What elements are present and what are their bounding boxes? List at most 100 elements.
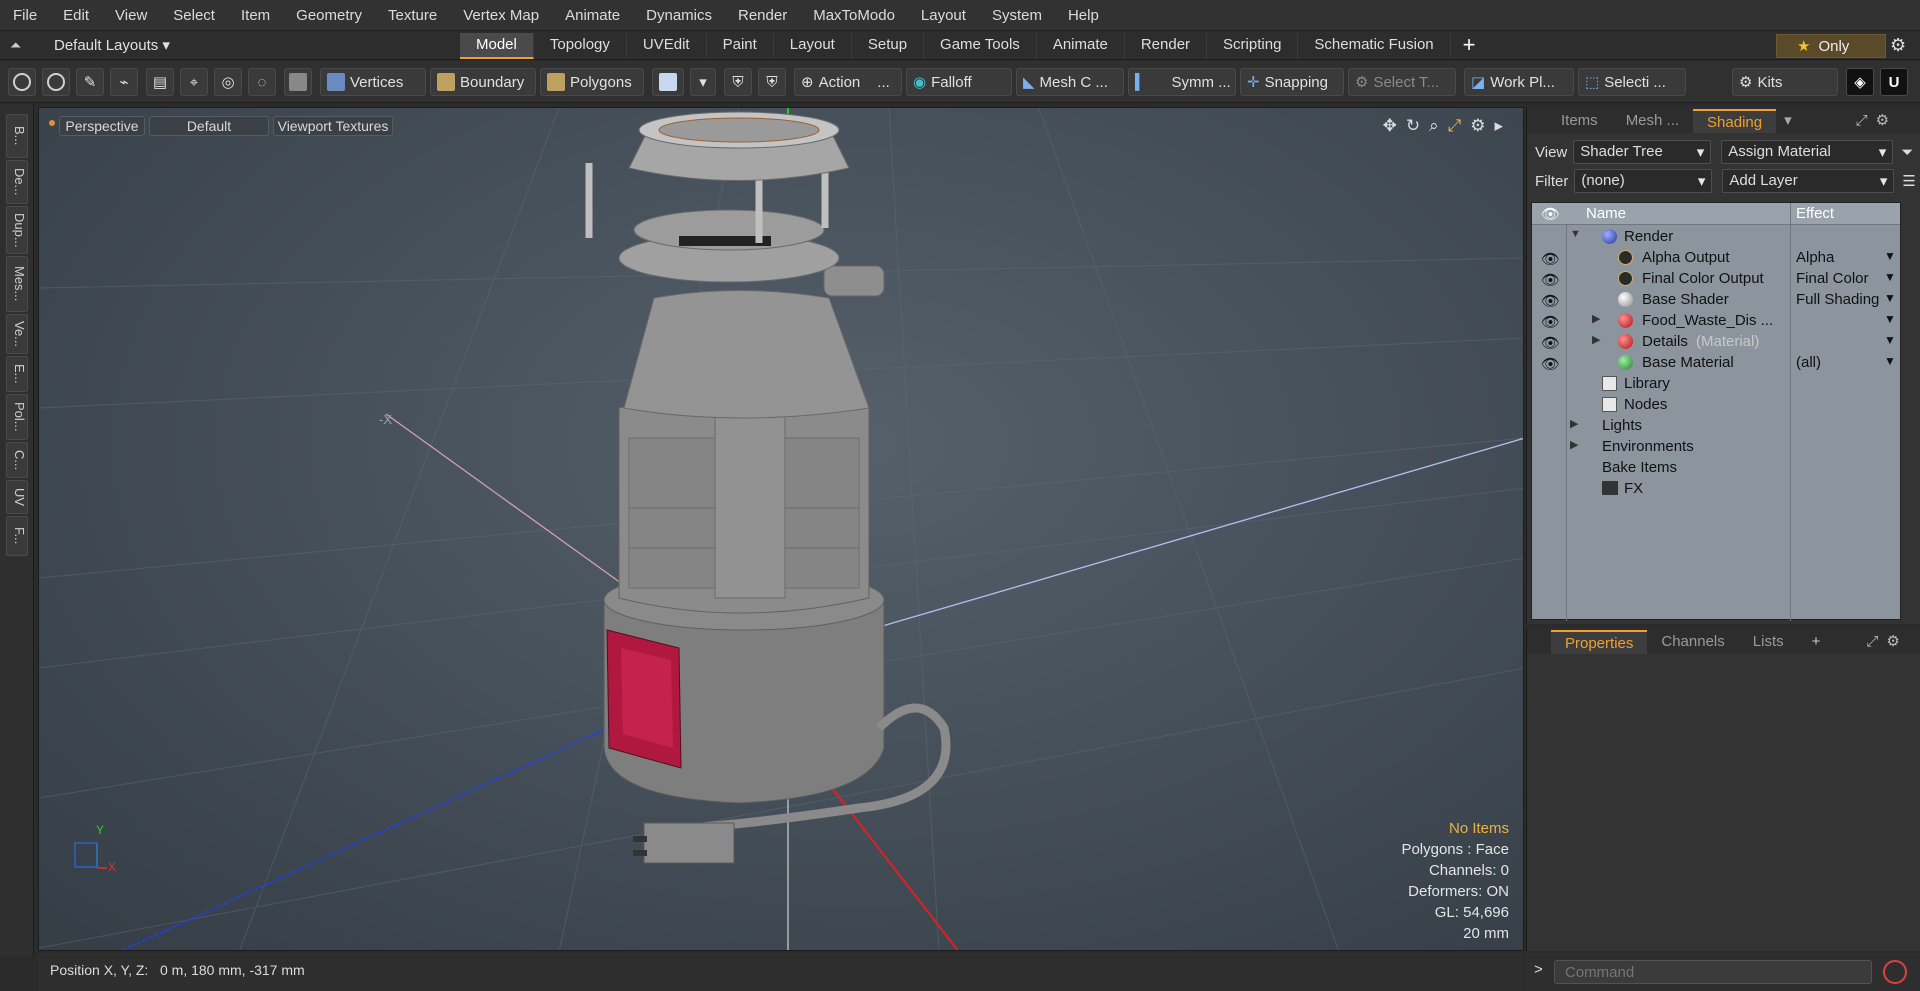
vtab-vertex[interactable]: Ve... [6,314,28,354]
viewport-gear-icon[interactable]: ⚙ [1470,116,1485,136]
tab-items[interactable]: Items [1547,109,1612,133]
effect-dropdown-icon[interactable]: ▼ [1884,249,1896,263]
tab-uvedit[interactable]: UVEdit [627,33,707,59]
shield-alt-button[interactable]: ⛨ [758,68,786,96]
filter-dropdown[interactable]: (none) [1574,169,1713,193]
menu-help[interactable]: Help [1055,7,1112,24]
tree-row-base-material[interactable]: 👁 Base Material (all) ▼ [1532,352,1900,373]
view-dropdown[interactable]: Shader Tree [1573,140,1712,164]
3d-viewport[interactable]: -X Y X Perspective Default Viewport Text… [38,107,1524,951]
tab-scripting[interactable]: Scripting [1207,33,1299,59]
edge-mode-button[interactable]: ◌ [248,68,276,96]
effect-dropdown-icon[interactable]: ▼ [1884,312,1896,326]
tree-row-nodes[interactable]: Nodes [1532,394,1900,415]
select-through-button[interactable]: ⚙ Select T... [1348,68,1456,96]
effect-dropdown-icon[interactable]: ▼ [1884,270,1896,284]
collapse-up-icon[interactable]: ⏶ [10,37,26,53]
perspective-button[interactable]: Perspective [59,116,145,136]
tree-effect[interactable]: Final Color [1796,270,1869,287]
panel-expand-icon[interactable]: ⤢ [1862,629,1882,654]
item-mode-button[interactable]: ▤ [146,68,174,96]
menu-select[interactable]: Select [160,7,228,24]
menu-animate[interactable]: Animate [552,7,633,24]
layout-selector[interactable]: Default Layouts ▾ [54,36,170,54]
tree-row-alpha-output[interactable]: 👁 Alpha Output Alpha ▼ [1532,247,1900,268]
add-layer-dropdown[interactable]: Add Layer [1722,169,1895,193]
expand-arrow-icon[interactable]: ▶ [1570,438,1578,451]
menu-dynamics[interactable]: Dynamics [633,7,725,24]
tree-row-final-color-output[interactable]: 👁 Final Color Output Final Color ▼ [1532,268,1900,289]
collapse-arrow-icon[interactable]: ▼ [1570,228,1581,240]
tree-effect[interactable]: Alpha [1796,249,1834,266]
tree-row-base-shader[interactable]: 👁 Base Shader Full Shading ▼ [1532,289,1900,310]
vtab-edge[interactable]: E... [6,356,28,392]
action-center-button[interactable]: ⊕ Action... [794,68,902,96]
menu-layout[interactable]: Layout [908,7,979,24]
tree-row-environments[interactable]: ▶ Environments [1532,436,1900,457]
eye-icon[interactable]: 👁 [1541,271,1560,289]
effect-dropdown-icon[interactable]: ▼ [1884,354,1896,368]
pen-tool-button[interactable]: ✎ [76,68,104,96]
vtab-uv[interactable]: UV [6,480,28,514]
polygons-button[interactable]: Polygons [540,68,644,96]
filter-funnel-icon[interactable]: ⏷ [1901,144,1913,161]
expand-arrow-icon[interactable]: ▶ [1592,333,1600,346]
tab-mesh[interactable]: Mesh ... [1612,109,1693,133]
tab-animate[interactable]: Animate [1037,33,1125,59]
effect-column-header[interactable]: Effect [1796,205,1834,222]
boundary-button[interactable]: Boundary [430,68,536,96]
work-plane-button[interactable]: ◪ Work Pl... [1464,68,1574,96]
snapping-button[interactable]: ✛ Snapping [1240,68,1344,96]
tab-schematic-fusion[interactable]: Schematic Fusion [1298,33,1451,59]
effect-dropdown-icon[interactable]: ▼ [1884,291,1896,305]
tab-paint[interactable]: Paint [707,33,774,59]
tab-shading[interactable]: Shading [1693,109,1777,133]
kits-button[interactable]: ⚙ Kits [1732,68,1838,96]
eye-icon[interactable]: 👁 [1541,250,1560,268]
menu-render[interactable]: Render [725,7,800,24]
pivot-mode-button[interactable]: ◎ [214,68,242,96]
shading-default-button[interactable]: Default [149,116,269,136]
effect-dropdown-icon[interactable]: ▼ [1884,333,1896,347]
tree-row-lights[interactable]: ▶ Lights [1532,415,1900,436]
viewport-expand-icon[interactable]: ▸ [1494,116,1503,136]
vtab-deform[interactable]: De... [6,160,28,204]
tab-model[interactable]: Model [460,33,534,59]
tree-row-details[interactable]: 👁 ▶ Details (Material) ▼ [1532,331,1900,352]
tree-effect[interactable]: (all) [1796,354,1821,371]
unity-button[interactable]: ◈ [1846,68,1874,96]
tabs-more-chevron-icon[interactable]: ▾ [1776,107,1800,133]
panel-expand-icon[interactable]: ⤢ [1852,108,1872,133]
tree-row-bake-items[interactable]: Bake Items [1532,457,1900,478]
disposal-model[interactable] [585,111,951,864]
symmetry-button[interactable]: ▍ Symm ... [1128,68,1236,96]
zoom-view-icon[interactable]: ⌕ [1429,116,1439,136]
tree-row-food-waste-dis[interactable]: 👁 ▶ Food_Waste_Dis ... ▼ [1532,310,1900,331]
move-view-icon[interactable]: ✥ [1383,116,1397,136]
material-mode-button[interactable] [284,68,312,96]
only-toggle[interactable]: ★ Only [1776,34,1886,58]
selection-sets-button[interactable]: ⬚ Selecti ... [1578,68,1686,96]
eye-icon[interactable]: 👁 [1541,355,1560,373]
expand-arrow-icon[interactable]: ▶ [1592,312,1600,325]
eye-icon[interactable]: 👁 [1541,334,1560,352]
name-column-header[interactable]: Name [1586,205,1626,222]
command-input[interactable] [1554,960,1872,984]
vertices-button[interactable]: Vertices [320,68,426,96]
menu-edit[interactable]: Edit [50,7,102,24]
vtab-fusion[interactable]: F... [6,516,28,556]
shield-button[interactable]: ⛨ [724,68,752,96]
tree-row-library[interactable]: Library [1532,373,1900,394]
tab-render[interactable]: Render [1125,33,1208,59]
menu-system[interactable]: System [979,7,1055,24]
selection-cube-button[interactable] [652,68,684,96]
maximize-view-icon[interactable]: ⤢ [1448,116,1462,136]
unreal-button[interactable]: U [1880,68,1908,96]
viewport-textures-button[interactable]: Viewport Textures [273,116,393,136]
menu-vertex-map[interactable]: Vertex Map [450,7,552,24]
tab-properties[interactable]: Properties [1551,630,1648,654]
tree-effect[interactable]: Full Shading [1796,291,1879,308]
brush-tool-button[interactable]: ⌁ [110,68,138,96]
select-mode-circle-button[interactable] [8,68,36,96]
menu-maxtomodo[interactable]: MaxToModo [800,7,908,24]
